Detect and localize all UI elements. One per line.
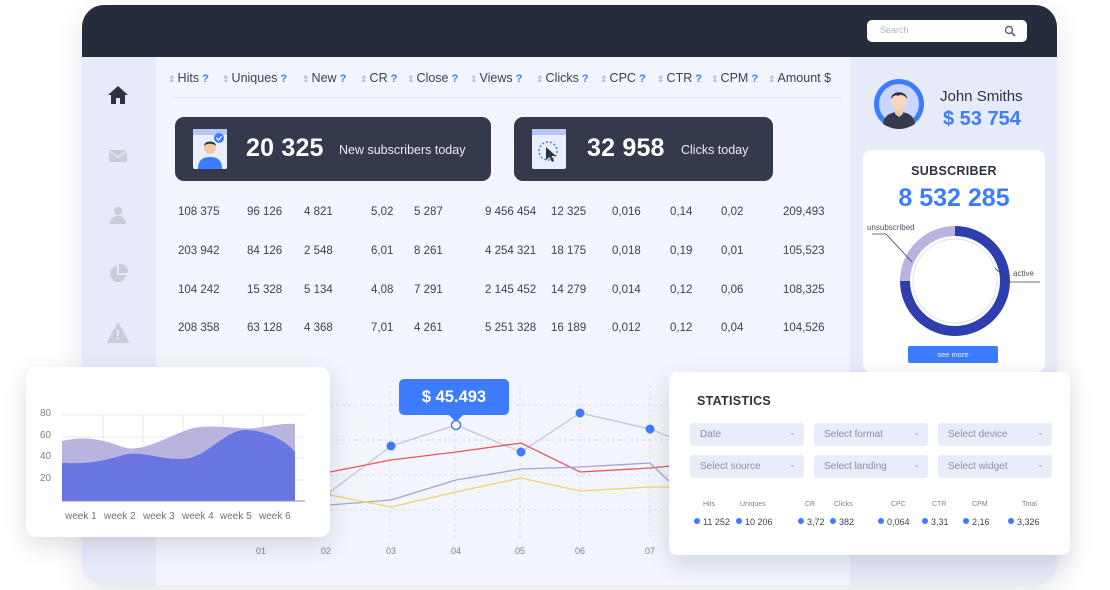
area-x-label: week 2 <box>104 511 136 522</box>
stat-value-hits: 11 252 <box>694 517 730 527</box>
chevron-down-icon: ⌄ <box>789 460 796 469</box>
stat-header-cpm: CPM <box>972 501 988 508</box>
area-x-label: week 4 <box>182 511 214 522</box>
device-select[interactable]: Select device ⌄ <box>938 423 1052 446</box>
source-select[interactable]: Select source ⌄ <box>690 455 804 478</box>
format-select[interactable]: Select format ⌄ <box>814 423 928 446</box>
chevron-down-icon: ⌄ <box>1037 460 1044 469</box>
area-x-label: week 6 <box>259 511 291 522</box>
stat-header-cr: CR <box>805 501 816 508</box>
chevron-down-icon: ⌄ <box>913 428 920 437</box>
stat-header-cpc: CPC <box>891 501 906 508</box>
widget-select[interactable]: Select widget ⌄ <box>938 455 1052 478</box>
chevron-down-icon: ⌄ <box>913 460 920 469</box>
statistics-title: STATISTICS <box>697 394 772 408</box>
stat-value-ctr: 3,31 <box>922 517 949 527</box>
stat-header-uniques: Uniques <box>740 501 766 508</box>
area-y-label: 60 <box>40 430 52 441</box>
chevron-down-icon: ⌄ <box>1037 428 1044 437</box>
stat-value-cpm: 2,16 <box>963 517 990 527</box>
area-y-label: 20 <box>40 473 52 484</box>
landing-select[interactable]: Select landing ⌄ <box>814 455 928 478</box>
area-y-label: 80 <box>40 408 52 419</box>
area-x-label: week 5 <box>220 511 252 522</box>
date-select[interactable]: Date ⌄ <box>690 423 804 446</box>
chevron-down-icon: ⌄ <box>789 428 796 437</box>
stat-header-ctr: CTR <box>932 501 947 508</box>
stat-value-cpc: 0,064 <box>878 517 910 527</box>
area-x-label: week 1 <box>65 511 97 522</box>
stat-value-uniques: 10 206 <box>736 517 773 527</box>
stat-header-total: Total <box>1022 501 1037 508</box>
stat-header-clicks: Clicks <box>834 501 853 508</box>
stat-value-cr: 3,72 <box>798 517 825 527</box>
area-x-label: week 3 <box>143 511 175 522</box>
stat-value-total: 3,326 <box>1008 517 1040 527</box>
area-y-label: 40 <box>40 451 52 462</box>
stat-header-hits: Hits <box>703 501 716 508</box>
stat-value-clicks: 382 <box>830 517 854 527</box>
